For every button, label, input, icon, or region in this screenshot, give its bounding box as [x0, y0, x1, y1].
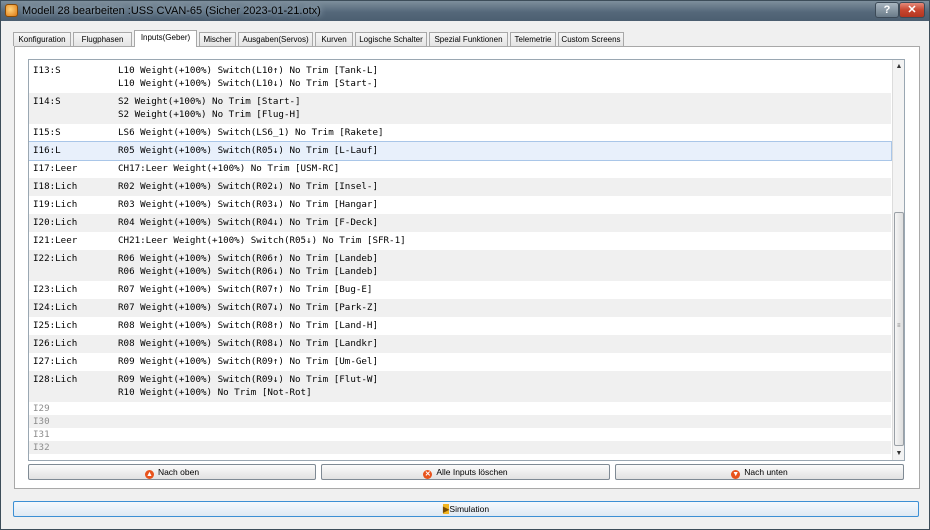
vertical-scrollbar[interactable]: ▲ ≡ ▼	[892, 60, 904, 460]
input-line: S2 Weight(+100%) No Trim [Flug-H]	[118, 109, 301, 120]
tab-inputs-geber[interactable]: Inputs(Geber)	[134, 30, 197, 47]
input-name: I24:Lich	[33, 302, 78, 313]
input-name: I20:Lich	[33, 217, 78, 228]
list-item[interactable]: I23:Lich R07 Weight(+100%) Switch(R07↑) N…	[29, 281, 891, 299]
tab-flugphasen[interactable]: Flugphasen	[73, 32, 132, 46]
input-line: R07 Weight(+100%) Switch(R07↓) No Trim […	[118, 302, 378, 313]
input-line: R06 Weight(+100%) Switch(R06↓) No Trim […	[118, 266, 378, 277]
delete-icon: ✕	[423, 470, 433, 479]
help-button[interactable]: ?	[875, 2, 899, 18]
input-name: I23:Lich	[33, 284, 78, 295]
input-name: I19:Lich	[33, 199, 78, 210]
tab-telemetrie[interactable]: Telemetrie	[510, 32, 556, 46]
input-line: R03 Weight(+100%) Switch(R03↓) No Trim […	[118, 199, 378, 210]
list-item[interactable]: I29	[29, 402, 891, 415]
title-bar[interactable]: Modell 28 bearbeiten :USS CVAN-65 (Siche…	[1, 1, 929, 21]
list-item[interactable]: I31	[29, 428, 891, 441]
input-line: R06 Weight(+100%) Switch(R06↑) No Trim […	[118, 253, 378, 264]
input-name: I14:S	[33, 96, 61, 107]
input-line: S2 Weight(+100%) No Trim [Start-]	[118, 96, 301, 107]
input-line: R04 Weight(+100%) Switch(R04↓) No Trim […	[118, 217, 378, 228]
move-up-button[interactable]: ▲ Nach oben	[28, 464, 316, 480]
list-item[interactable]: I25:Lich R08 Weight(+100%) Switch(R08↑) N…	[29, 317, 891, 335]
list-item[interactable]: I15:S LS6 Weight(+100%) Switch(LS6_1) No …	[29, 124, 891, 142]
tab-konfiguration[interactable]: Konfiguration	[13, 32, 71, 46]
input-name: I26:Lich	[33, 338, 78, 349]
move-down-label: Nach unten	[744, 467, 788, 477]
tab-spezial-funktionen[interactable]: Spezial Funktionen	[429, 32, 508, 46]
app-icon	[5, 4, 18, 17]
input-line: R09 Weight(+100%) Switch(R09↓) No Trim […	[118, 374, 378, 385]
tab-mischer[interactable]: Mischer	[199, 32, 236, 46]
list-item[interactable]: I28:Lich R09 Weight(+100%) Switch(R09↓) N…	[29, 371, 891, 402]
input-name: I15:S	[33, 127, 61, 138]
list-item[interactable]: I14:S S2 Weight(+100%) No Trim [Start-] S2…	[29, 93, 891, 124]
list-item[interactable]: I22:Lich R06 Weight(+100%) Switch(R06↑) N…	[29, 250, 891, 281]
tab-kurven[interactable]: Kurven	[315, 32, 353, 46]
list-item[interactable]: I19:Lich R03 Weight(+100%) Switch(R03↓) N…	[29, 196, 891, 214]
inputs-tab-panel: I13:S L10 Weight(+100%) Switch(L10↑) No T…	[14, 46, 920, 489]
clear-all-inputs-label: Alle Inputs löschen	[436, 467, 508, 477]
arrow-down-icon: ▼	[731, 470, 741, 479]
input-line: R08 Weight(+100%) Switch(R08↑) No Trim […	[118, 320, 378, 331]
input-name: I17:Leer	[33, 163, 78, 174]
scroll-down-icon[interactable]: ▼	[893, 447, 904, 460]
input-line: R10 Weight(+100%) No Trim [Not-Rot]	[118, 387, 312, 398]
arrow-up-icon: ▲	[144, 470, 154, 479]
input-name: I31	[33, 429, 50, 440]
tab-logische-schalter[interactable]: Logische Schalter	[355, 32, 427, 46]
input-name: I28:Lich	[33, 374, 78, 385]
input-line: R07 Weight(+100%) Switch(R07↑) No Trim […	[118, 284, 373, 295]
list-item[interactable]: I27:Lich R09 Weight(+100%) Switch(R09↑) N…	[29, 353, 891, 371]
input-line: LS6 Weight(+100%) Switch(LS6_1) No Trim …	[118, 127, 384, 138]
input-name: I30	[33, 416, 50, 427]
input-name: I22:Lich	[33, 253, 78, 264]
input-name: I16:L	[33, 145, 61, 156]
inputs-list-rows: I13:S L10 Weight(+100%) Switch(L10↑) No T…	[29, 62, 892, 454]
input-name: I18:Lich	[33, 181, 78, 192]
input-name: I27:Lich	[33, 356, 78, 367]
simulation-button[interactable]: ▶Simulation	[13, 501, 919, 517]
move-down-button[interactable]: ▼ Nach unten	[615, 464, 904, 480]
list-item[interactable]: I30	[29, 415, 891, 428]
window-title: Modell 28 bearbeiten :USS CVAN-65 (Siche…	[22, 5, 321, 17]
list-item[interactable]: I32	[29, 441, 891, 454]
grip-icon: ≡	[897, 323, 901, 329]
tab-ausgaben-servos[interactable]: Ausgaben(Servos)	[238, 32, 313, 46]
input-name: I21:Leer	[33, 235, 78, 246]
input-line: CH21:Leer Weight(+100%) Switch(R05↓) No …	[118, 235, 406, 246]
list-item[interactable]: I24:Lich R07 Weight(+100%) Switch(R07↓) N…	[29, 299, 891, 317]
list-item[interactable]: I13:S L10 Weight(+100%) Switch(L10↑) No T…	[29, 62, 891, 93]
close-button[interactable]: ✕	[899, 2, 925, 18]
clear-all-inputs-button[interactable]: ✕ Alle Inputs löschen	[321, 464, 610, 480]
list-item[interactable]: I16:L R05 Weight(+100%) Switch(R05↓) No T…	[29, 141, 892, 161]
input-line: CH17:Leer Weight(+100%) No Trim [USM-RC]	[118, 163, 340, 174]
list-item[interactable]: I18:Lich R02 Weight(+100%) Switch(R02↓) N…	[29, 178, 891, 196]
inputs-list[interactable]: I13:S L10 Weight(+100%) Switch(L10↑) No T…	[28, 59, 905, 461]
list-item[interactable]: I21:Leer CH21:Leer Weight(+100%) Switch(R…	[29, 232, 891, 250]
input-name: I25:Lich	[33, 320, 78, 331]
input-name: I29	[33, 403, 50, 414]
input-line: L10 Weight(+100%) Switch(L10↓) No Trim […	[118, 78, 378, 89]
model-editor-window: Modell 28 bearbeiten :USS CVAN-65 (Siche…	[0, 0, 930, 530]
input-line: R09 Weight(+100%) Switch(R09↑) No Trim […	[118, 356, 378, 367]
input-name: I32	[33, 442, 50, 453]
move-up-label: Nach oben	[157, 467, 200, 477]
tab-custom-screens[interactable]: Custom Screens	[558, 32, 624, 46]
list-item[interactable]: I20:Lich R04 Weight(+100%) Switch(R04↓) N…	[29, 214, 891, 232]
input-line: L10 Weight(+100%) Switch(L10↑) No Trim […	[118, 65, 378, 76]
scroll-up-icon[interactable]: ▲	[893, 60, 904, 73]
list-item[interactable]: I17:Leer CH17:Leer Weight(+100%) No Trim …	[29, 160, 891, 178]
simulation-label: Simulation	[449, 504, 490, 514]
input-line: R08 Weight(+100%) Switch(R08↓) No Trim […	[118, 338, 378, 349]
input-line: R02 Weight(+100%) Switch(R02↓) No Trim […	[118, 181, 378, 192]
input-line: R05 Weight(+100%) Switch(R05↓) No Trim […	[118, 145, 378, 156]
list-item[interactable]: I26:Lich R08 Weight(+100%) Switch(R08↓) N…	[29, 335, 891, 353]
scrollbar-thumb[interactable]: ≡	[894, 212, 904, 446]
input-name: I13:S	[33, 65, 61, 76]
